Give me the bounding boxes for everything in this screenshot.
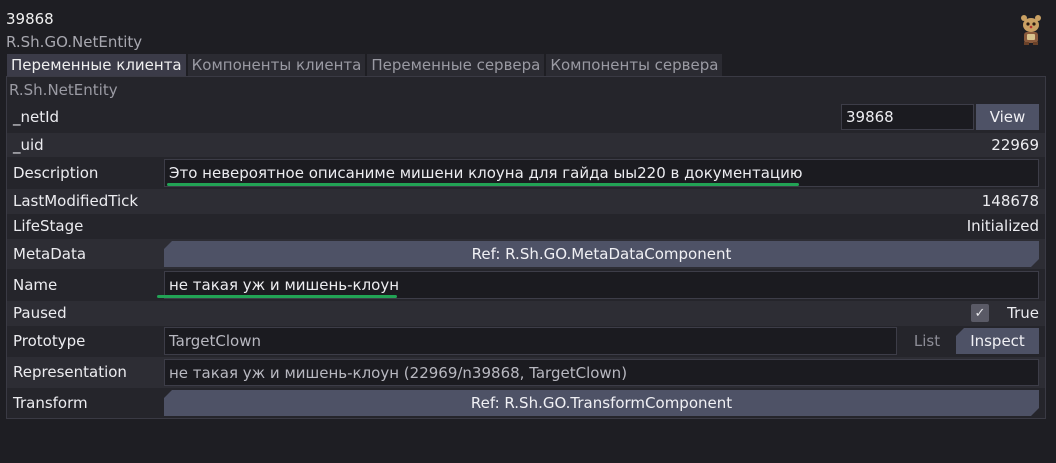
inspect-button[interactable]: Inspect	[956, 328, 1039, 354]
net-id-field[interactable]: 39868	[841, 104, 974, 130]
prototype-field[interactable]: TargetClown	[164, 327, 897, 355]
description-highlight	[167, 183, 799, 186]
life-stage-label: LifeStage	[13, 217, 84, 235]
last-modified-tick-label: LastModifiedTick	[13, 192, 139, 210]
row-net-id: _netId 39868 View	[7, 103, 1045, 131]
row-meta-data: MetaData Ref: R.Sh.GO.MetaDataComponent	[7, 239, 1045, 269]
transform-ref-button[interactable]: Ref: R.Sh.GO.TransformComponent	[164, 390, 1039, 416]
meta-data-ref-button[interactable]: Ref: R.Sh.GO.MetaDataComponent	[164, 241, 1039, 267]
row-prototype: Prototype TargetClown List Inspect	[7, 326, 1045, 356]
description-label: Description	[13, 164, 99, 182]
paused-label: Paused	[13, 304, 67, 322]
entity-type-label: R.Sh.GO.NetEntity	[6, 33, 143, 51]
tab-bar: Переменные клиента Компоненты клиента Пе…	[7, 54, 724, 76]
tab-client-variables[interactable]: Переменные клиента	[7, 54, 186, 76]
row-transform: Transform Ref: R.Sh.GO.TransformComponen…	[7, 388, 1045, 418]
paused-checkbox[interactable]: ✓	[971, 304, 989, 322]
variables-panel: R.Sh.NetEntity _netId 39868 View _uid 22…	[6, 76, 1046, 419]
panel-subheader: R.Sh.NetEntity	[9, 81, 118, 99]
row-life-stage: LifeStage Initialized	[7, 214, 1045, 239]
row-last-modified-tick: LastModifiedTick 148678	[7, 189, 1045, 214]
life-stage-value: Initialized	[966, 217, 1039, 235]
row-representation: Representation не такая уж и мишень-клоу…	[7, 357, 1045, 388]
tab-client-components[interactable]: Компоненты клиента	[187, 54, 366, 76]
tab-server-components[interactable]: Компоненты сервера	[546, 54, 723, 76]
last-modified-tick-value: 148678	[981, 192, 1039, 210]
entity-id-title: 39868	[6, 10, 54, 28]
name-highlight	[157, 295, 397, 298]
representation-field[interactable]: не такая уж и мишень-клоун (22969/n39868…	[164, 359, 1039, 386]
tab-server-variables[interactable]: Переменные сервера	[367, 54, 545, 76]
clown-mascot-icon	[1021, 15, 1041, 45]
meta-data-label: MetaData	[13, 245, 87, 263]
uid-value: 22969	[991, 136, 1039, 154]
name-label: Name	[13, 276, 58, 294]
row-paused: Paused ✓ True	[7, 301, 1045, 326]
view-button[interactable]: View	[976, 104, 1039, 130]
row-uid: _uid 22969	[7, 133, 1045, 157]
row-name: Name не такая уж и мишень-клоун	[7, 269, 1045, 301]
paused-value: True	[1007, 304, 1039, 322]
representation-label: Representation	[13, 363, 127, 381]
net-id-label: _netId	[13, 108, 60, 126]
uid-label: _uid	[13, 136, 44, 154]
transform-label: Transform	[13, 394, 88, 412]
list-button[interactable]: List	[903, 328, 951, 354]
prototype-label: Prototype	[13, 332, 86, 350]
row-description: Description Это невероятное описаниме ми…	[7, 157, 1045, 189]
